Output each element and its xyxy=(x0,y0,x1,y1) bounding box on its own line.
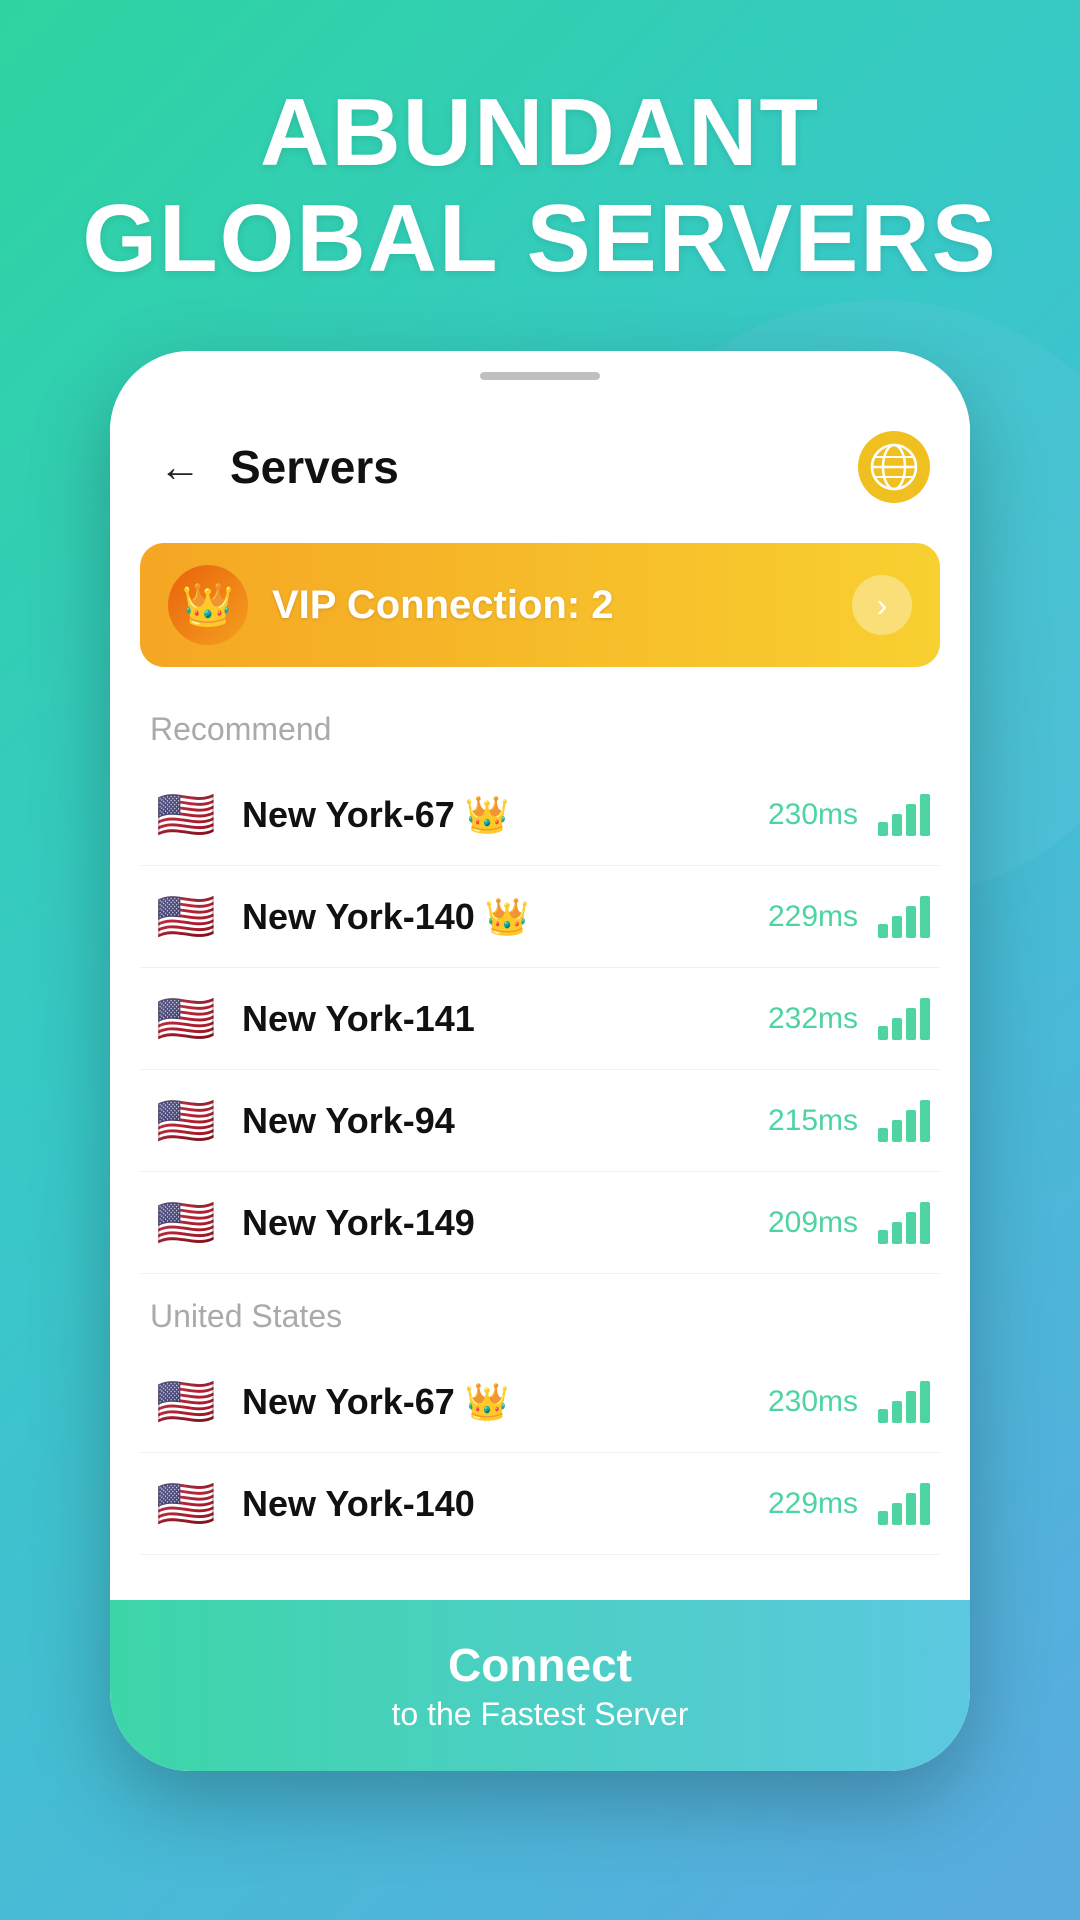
vip-text: VIP Connection: 2 xyxy=(272,583,852,628)
vip-banner[interactable]: 👑 VIP Connection: 2 › xyxy=(140,543,940,667)
globe-icon xyxy=(869,442,919,492)
server-name: New York-94 xyxy=(242,1100,748,1142)
server-latency: 230ms xyxy=(748,798,858,832)
server-latency: 230ms xyxy=(748,1385,858,1419)
server-list: Recommend 🇺🇸 New York-67 👑 230ms 🇺🇸 New … xyxy=(110,687,970,1600)
signal-bars-icon xyxy=(878,794,930,836)
server-item[interactable]: 🇺🇸 New York-67 👑 230ms xyxy=(140,1351,940,1453)
signal-bars-icon xyxy=(878,998,930,1040)
server-latency: 229ms xyxy=(748,1487,858,1521)
signal-bars-icon xyxy=(878,1202,930,1244)
signal-bars-icon xyxy=(878,896,930,938)
server-item[interactable]: 🇺🇸 New York-140 229ms xyxy=(140,1453,940,1555)
phone-top-bar xyxy=(110,351,970,401)
header-line1: ABUNDANT xyxy=(82,80,997,186)
server-flag: 🇺🇸 xyxy=(150,990,222,1047)
server-name: New York-140 xyxy=(242,1483,748,1525)
server-item[interactable]: 🇺🇸 New York-149 209ms xyxy=(140,1172,940,1274)
connect-btn-sub-text: to the Fastest Server xyxy=(391,1696,688,1733)
server-flag: 🇺🇸 xyxy=(150,1194,222,1251)
server-flag: 🇺🇸 xyxy=(150,888,222,945)
server-flag: 🇺🇸 xyxy=(150,1092,222,1149)
phone-mockup: ← Servers 👑 VIP Connection: xyxy=(110,351,970,1771)
signal-bars-icon xyxy=(878,1483,930,1525)
page-header: ABUNDANT GLOBAL SERVERS xyxy=(22,80,1057,291)
server-item[interactable]: 🇺🇸 New York-140 👑 229ms xyxy=(140,866,940,968)
server-name: New York-149 xyxy=(242,1202,748,1244)
server-latency: 215ms xyxy=(748,1104,858,1138)
back-arrow-icon: ← xyxy=(159,446,201,488)
app-content: ← Servers 👑 VIP Connection: xyxy=(110,401,970,1771)
server-name: New York-67 👑 xyxy=(242,794,748,836)
server-name: New York-140 👑 xyxy=(242,896,748,938)
server-latency: 232ms xyxy=(748,1002,858,1036)
section-recommend-label: Recommend xyxy=(140,687,940,764)
globe-button[interactable] xyxy=(858,431,930,503)
signal-bars-icon xyxy=(878,1381,930,1423)
vip-arrow-icon: › xyxy=(852,575,912,635)
back-button[interactable]: ← xyxy=(150,437,210,497)
server-item[interactable]: 🇺🇸 New York-94 215ms xyxy=(140,1070,940,1172)
signal-bars-icon xyxy=(878,1100,930,1142)
page-wrapper: ABUNDANT GLOBAL SERVERS ← Servers xyxy=(0,0,1080,1920)
section-us-label: United States xyxy=(140,1274,940,1351)
phone-notch xyxy=(480,372,600,380)
connect-button[interactable]: Connect to the Fastest Server xyxy=(110,1600,970,1771)
server-item[interactable]: 🇺🇸 New York-141 232ms xyxy=(140,968,940,1070)
app-header: ← Servers xyxy=(110,401,970,533)
server-latency: 209ms xyxy=(748,1206,858,1240)
connect-btn-main-text: Connect xyxy=(448,1638,632,1692)
vip-crown-icon: 👑 xyxy=(168,565,248,645)
server-flag: 🇺🇸 xyxy=(150,786,222,843)
app-title: Servers xyxy=(230,440,858,494)
server-latency: 229ms xyxy=(748,900,858,934)
server-item[interactable]: 🇺🇸 New York-67 👑 230ms xyxy=(140,764,940,866)
server-flag: 🇺🇸 xyxy=(150,1373,222,1430)
server-name: New York-67 👑 xyxy=(242,1381,748,1423)
server-flag: 🇺🇸 xyxy=(150,1475,222,1532)
header-line2: GLOBAL SERVERS xyxy=(82,186,997,292)
server-name: New York-141 xyxy=(242,998,748,1040)
